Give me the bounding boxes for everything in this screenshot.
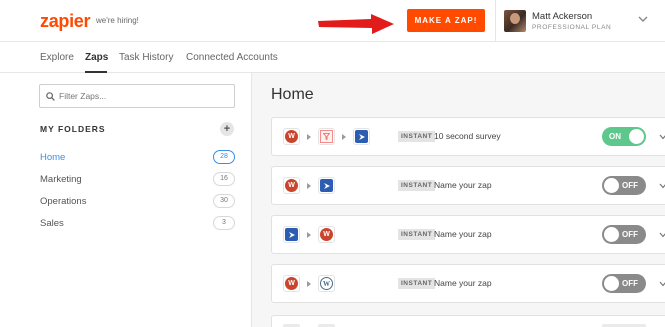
chevron-down-icon[interactable] bbox=[638, 14, 648, 24]
step-arrow-icon bbox=[307, 281, 311, 287]
wufoo-icon: W bbox=[283, 177, 300, 194]
folder-name: Operations bbox=[40, 196, 87, 207]
wordpress-icon: W bbox=[318, 275, 335, 292]
folder-sales[interactable]: Sales 3 bbox=[40, 216, 235, 232]
zap-toggle[interactable]: OFF bbox=[602, 176, 646, 195]
filter-field[interactable] bbox=[39, 84, 235, 108]
folder-name: Home bbox=[40, 152, 66, 163]
instant-badge: INSTANT bbox=[398, 180, 436, 191]
zapier-logo[interactable]: zapier bbox=[40, 11, 91, 32]
filter-icon bbox=[318, 128, 335, 145]
folder-count: 28 bbox=[213, 150, 235, 164]
step-arrow-icon bbox=[307, 183, 311, 189]
chevron-down-icon[interactable] bbox=[659, 133, 665, 141]
toggle-label: ON bbox=[609, 132, 621, 141]
zap-name[interactable]: Name your zap bbox=[434, 180, 492, 190]
wufoo-icon: W bbox=[318, 226, 335, 243]
main-nav: Explore Zaps Task History Connected Acco… bbox=[0, 42, 665, 73]
zap-row[interactable]: W INSTANT Name your zap OFF bbox=[271, 166, 665, 205]
instant-badge: INSTANT bbox=[398, 229, 436, 240]
filter-zaps-input[interactable] bbox=[59, 91, 229, 101]
toggle-knob bbox=[604, 178, 619, 193]
step-arrow-icon bbox=[307, 134, 311, 140]
tab-task-history[interactable]: Task History bbox=[119, 52, 173, 63]
zap-toggle[interactable]: OFF bbox=[602, 274, 646, 293]
toggle-label: OFF bbox=[622, 279, 638, 288]
chevron-down-icon[interactable] bbox=[659, 182, 665, 190]
header-divider bbox=[495, 0, 496, 42]
chevron-down-icon[interactable] bbox=[659, 231, 665, 239]
search-icon bbox=[46, 91, 55, 101]
zap-row[interactable]: W W INSTANT Name your zap OFF bbox=[271, 264, 665, 303]
zap-toggle[interactable]: ON bbox=[602, 127, 646, 146]
add-folder-button[interactable]: + bbox=[220, 122, 234, 136]
zap-row[interactable]: W INSTANT Name your zap OFF bbox=[271, 215, 665, 254]
top-header: zapier we're hiring! MAKE A ZAP! Matt Ac… bbox=[0, 0, 665, 42]
folder-count: 3 bbox=[213, 216, 235, 230]
red-arrow-annotation bbox=[318, 14, 394, 34]
chevron-down-icon[interactable] bbox=[659, 280, 665, 288]
instant-badge: INSTANT bbox=[398, 131, 436, 142]
step-arrow-icon bbox=[307, 232, 311, 238]
tab-connected-accounts[interactable]: Connected Accounts bbox=[186, 52, 278, 63]
wufoo-icon: W bbox=[283, 128, 300, 145]
user-plan: PROFESSIONAL PLAN bbox=[532, 24, 612, 31]
toggle-label: OFF bbox=[622, 230, 638, 239]
zap-toggle[interactable]: OFF bbox=[602, 225, 646, 244]
avatar[interactable] bbox=[504, 10, 526, 32]
toggle-knob bbox=[604, 276, 619, 291]
step-arrow-icon bbox=[342, 134, 346, 140]
tab-zaps[interactable]: Zaps bbox=[85, 52, 108, 63]
folder-count: 30 bbox=[213, 194, 235, 208]
folder-marketing[interactable]: Marketing 16 bbox=[40, 172, 235, 188]
hiring-link[interactable]: we're hiring! bbox=[96, 16, 139, 25]
zap-name[interactable]: Name your zap bbox=[434, 229, 492, 239]
toggle-knob bbox=[629, 129, 644, 144]
flag-icon bbox=[283, 226, 300, 243]
folder-operations[interactable]: Operations 30 bbox=[40, 194, 235, 210]
sidebar: MY FOLDERS + Home 28 Marketing 16 Operat… bbox=[0, 73, 252, 327]
toggle-knob bbox=[604, 227, 619, 242]
folder-home[interactable]: Home 28 bbox=[40, 150, 235, 166]
zap-name[interactable]: 10 second survey bbox=[434, 131, 501, 141]
my-folders-title: MY FOLDERS bbox=[40, 124, 106, 134]
zap-name[interactable]: Name your zap bbox=[434, 278, 492, 288]
folder-count: 16 bbox=[213, 172, 235, 186]
folder-name: Marketing bbox=[40, 174, 82, 185]
page-title: Home bbox=[271, 86, 314, 103]
make-a-zap-button[interactable]: MAKE A ZAP! bbox=[407, 9, 485, 32]
tab-explore[interactable]: Explore bbox=[40, 52, 74, 63]
wufoo-icon: W bbox=[283, 275, 300, 292]
flag-icon bbox=[353, 128, 370, 145]
folder-name: Sales bbox=[40, 218, 64, 229]
instant-badge: INSTANT bbox=[398, 278, 436, 289]
user-name[interactable]: Matt Ackerson bbox=[532, 11, 592, 22]
flag-icon bbox=[318, 177, 335, 194]
zap-row-partial[interactable] bbox=[271, 315, 665, 327]
toggle-label: OFF bbox=[622, 181, 638, 190]
zap-row[interactable]: W INSTANT 10 second survey ON bbox=[271, 117, 665, 156]
